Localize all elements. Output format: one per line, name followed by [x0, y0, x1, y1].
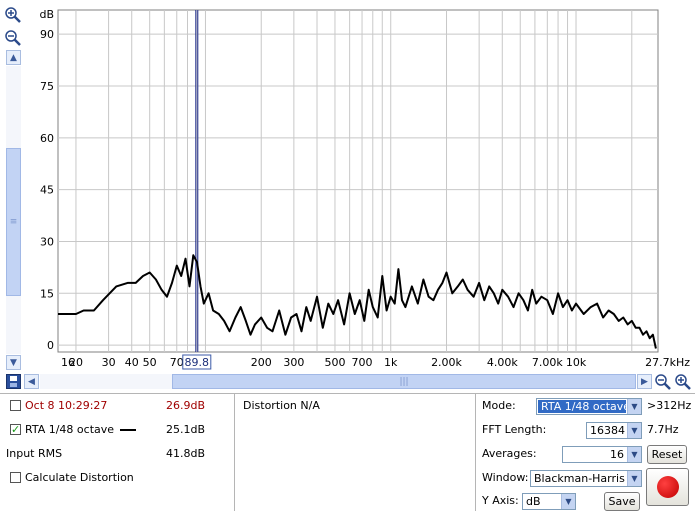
- vertical-scroll-grip: ≡: [9, 217, 18, 227]
- x-tick-label: 70: [170, 356, 184, 369]
- y-tick-label: 30: [40, 235, 54, 248]
- record-icon: [657, 476, 679, 498]
- y-tick-label: 0: [47, 339, 54, 352]
- scroll-left-button[interactable]: ◀: [24, 374, 39, 389]
- fft-length-select[interactable]: 16384 ▼: [586, 422, 642, 439]
- input-rms-label: Input RMS: [6, 447, 63, 460]
- calc-distortion-row[interactable]: Calculate Distortion: [10, 469, 230, 487]
- x-tick-label: 89.8: [185, 356, 210, 369]
- y-tick-label: 75: [40, 80, 54, 93]
- trace-oct8-value: 26.9dB: [166, 399, 206, 412]
- x-tick-label: 50: [143, 356, 157, 369]
- trace-rta-label: RTA 1/48 octave: [25, 423, 115, 436]
- window-label: Window:: [482, 471, 529, 484]
- averages-select[interactable]: 16 ▼: [562, 446, 642, 463]
- input-rms-row: Input RMS 41.8dB: [6, 445, 230, 463]
- trace-rta-checkbox[interactable]: [10, 421, 21, 439]
- trace-list-panel: Oct 8 10:29:27 26.9dB RTA 1/48 octave 25…: [0, 393, 234, 512]
- horizontal-scroll-thumb[interactable]: |||: [172, 374, 636, 389]
- scroll-down-button[interactable]: ▼: [6, 355, 21, 370]
- vertical-scroll-thumb[interactable]: ≡: [6, 148, 21, 296]
- y-tick-label: 60: [40, 132, 54, 145]
- trace-row-rta[interactable]: RTA 1/48 octave 25.1dB: [10, 421, 230, 439]
- calc-distortion-label: Calculate Distortion: [25, 471, 134, 484]
- zoom-out-vertical-icon[interactable]: [4, 29, 22, 47]
- chevron-down-icon[interactable]: ▼: [627, 471, 641, 486]
- x-tick-label: 700: [352, 356, 373, 369]
- chevron-down-icon[interactable]: ▼: [627, 447, 641, 462]
- rta-chart[interactable]: 0153045607590dB1620 30 40 50 70 89.8 200 300 500…: [0, 0, 695, 372]
- record-button[interactable]: [646, 468, 689, 506]
- chevron-down-icon[interactable]: ▼: [561, 494, 575, 509]
- x-tick-label: 20: [69, 356, 83, 369]
- x-tick-label: 300: [283, 356, 304, 369]
- mode-extra: >312Hz: [647, 399, 692, 412]
- reset-button[interactable]: Reset: [647, 445, 687, 464]
- trace-oct8-checkbox[interactable]: [10, 399, 21, 411]
- x-tick-label: 500: [324, 356, 345, 369]
- save-disk-icon[interactable]: [6, 374, 21, 389]
- x-tick-label: 10k: [566, 356, 587, 369]
- fft-length-label: FFT Length:: [482, 423, 547, 436]
- vertical-scrollbar[interactable]: ▲ ≡ ▼: [6, 50, 21, 370]
- horizontal-scrollbar[interactable]: ◀ ||| ▶: [24, 374, 652, 389]
- x-tick-label: 2.00k: [431, 356, 462, 369]
- scroll-right-button[interactable]: ▶: [637, 374, 652, 389]
- distortion-panel: Distortion N/A: [235, 393, 475, 512]
- distortion-text: Distortion N/A: [243, 399, 320, 412]
- y-tick-label: 15: [40, 287, 54, 300]
- x-tick-label: 4.00k: [487, 356, 518, 369]
- trace-row-oct8[interactable]: Oct 8 10:29:27 26.9dB: [10, 397, 230, 415]
- chevron-down-icon[interactable]: ▼: [627, 423, 641, 438]
- averages-label: Averages:: [482, 447, 537, 460]
- x-tick-label: 27.7kHz: [645, 356, 690, 369]
- y-axis-label: Y Axis:: [482, 494, 519, 507]
- y-axis-select[interactable]: dB ▼: [522, 493, 576, 510]
- chevron-down-icon[interactable]: ▼: [627, 399, 641, 414]
- fft-length-value: 16384: [590, 424, 625, 437]
- x-tick-label: 1k: [384, 356, 398, 369]
- trace-rta-value: 25.1dB: [166, 423, 206, 436]
- x-tick-label: 7.00k: [532, 356, 563, 369]
- rta-plot-area[interactable]: 0 15 30 45 60 75 90 dB 16 20 30 40 50 70 89.8 200 300 500…: [0, 0, 695, 372]
- fft-extra: 7.7Hz: [647, 423, 679, 436]
- zoom-in-horizontal-icon[interactable]: [674, 373, 692, 391]
- y-tick-label: 45: [40, 184, 54, 197]
- horizontal-scroll-grip: |||: [399, 376, 409, 387]
- mode-select[interactable]: RTA 1/48 octave ▼: [536, 398, 642, 415]
- trace-oct8-label: Oct 8 10:29:27: [25, 399, 108, 412]
- mode-select-value: RTA 1/48 octave: [538, 400, 626, 413]
- trace-rta-line-swatch: [120, 429, 136, 431]
- analyzer-settings-panel: Mode: RTA 1/48 octave ▼ >312Hz FFT Lengt…: [476, 393, 695, 512]
- mode-label: Mode:: [482, 399, 516, 412]
- x-tick-label: 200: [251, 356, 272, 369]
- x-tick-label: 30: [102, 356, 116, 369]
- y-axis-value: dB: [526, 495, 541, 508]
- y-tick-label: 90: [40, 28, 54, 41]
- window-select[interactable]: Blackman-Harris 7 ▼: [530, 470, 642, 487]
- zoom-out-horizontal-icon[interactable]: [654, 373, 672, 391]
- window-value: Blackman-Harris 7: [534, 472, 627, 485]
- save-button[interactable]: Save: [604, 492, 640, 511]
- x-tick-label: 40: [125, 356, 139, 369]
- averages-value: 16: [610, 448, 624, 461]
- zoom-in-vertical-icon[interactable]: [4, 6, 22, 24]
- scroll-up-button[interactable]: ▲: [6, 50, 21, 65]
- y-axis-label: dB: [39, 8, 54, 21]
- input-rms-value: 41.8dB: [166, 447, 206, 460]
- calc-distortion-checkbox[interactable]: [10, 471, 21, 483]
